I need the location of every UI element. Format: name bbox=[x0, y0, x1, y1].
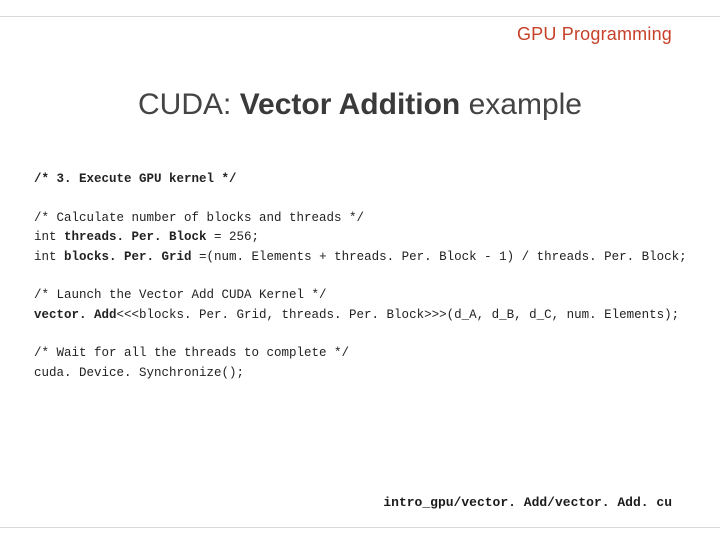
code-line: /* Calculate number of blocks and thread… bbox=[34, 211, 364, 225]
code-line: cuda. Device. Synchronize(); bbox=[34, 366, 244, 380]
title-bold: Vector Addition bbox=[240, 88, 461, 121]
top-divider bbox=[0, 16, 720, 17]
title-suffix: example bbox=[460, 88, 582, 121]
code-token: <<<blocks. Per. Grid, threads. Per. Bloc… bbox=[117, 308, 680, 322]
code-line: int bbox=[34, 250, 64, 264]
code-token: =(num. Elements + threads. Per. Block - … bbox=[192, 250, 687, 264]
header-label: GPU Programming bbox=[517, 24, 672, 45]
code-token: vector. Add bbox=[34, 308, 117, 322]
code-block: /* 3. Execute GPU kernel */ /* Calculate… bbox=[34, 170, 686, 383]
code-line: int bbox=[34, 230, 64, 244]
code-line: /* 3. Execute GPU kernel */ bbox=[34, 172, 237, 186]
slide: GPU Programming CUDA: Vector Addition ex… bbox=[0, 0, 720, 540]
footer-path: intro_gpu/vector. Add/vector. Add. cu bbox=[383, 495, 672, 510]
code-line: /* Launch the Vector Add CUDA Kernel */ bbox=[34, 288, 327, 302]
code-token: blocks. Per. Grid bbox=[64, 250, 192, 264]
slide-title: CUDA: Vector Addition example bbox=[0, 88, 720, 122]
code-line: /* Wait for all the threads to complete … bbox=[34, 346, 349, 360]
title-prefix: CUDA: bbox=[138, 88, 240, 121]
bottom-divider bbox=[0, 527, 720, 528]
code-token: = 256; bbox=[207, 230, 260, 244]
code-token: threads. Per. Block bbox=[64, 230, 207, 244]
